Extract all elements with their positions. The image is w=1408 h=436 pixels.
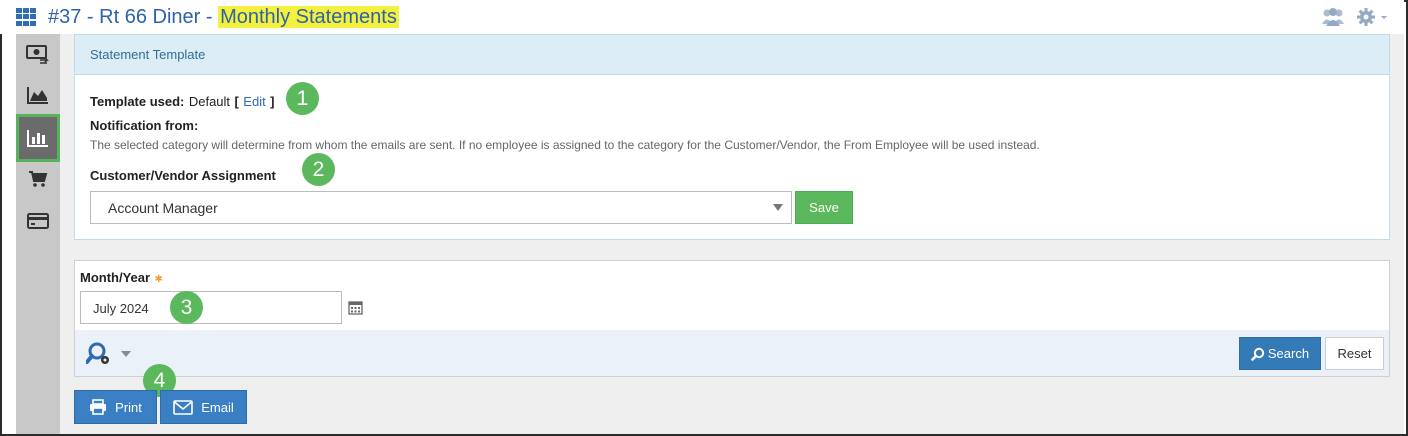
area-chart-icon	[27, 87, 48, 104]
bar-chart-icon	[27, 130, 48, 147]
month-year-label-row: Month/Year ✱	[80, 269, 163, 287]
month-year-value: July 2024	[93, 301, 149, 316]
email-button-label: Email	[201, 399, 234, 415]
callout-badge-3: 3	[170, 291, 203, 324]
users-icon[interactable]	[1321, 7, 1345, 27]
filter-panel-footer	[75, 330, 1389, 376]
sidebar-item-cart[interactable]	[16, 160, 60, 198]
callout-badge-2: 2	[302, 153, 335, 186]
app-grid-icon[interactable]	[16, 8, 36, 26]
bracket-close: ]	[270, 94, 275, 109]
callout-badge-1: 1	[286, 82, 319, 115]
month-year-input[interactable]: July 2024	[80, 291, 342, 324]
print-button[interactable]: Print	[74, 390, 157, 424]
month-year-label: Month/Year	[80, 270, 151, 285]
advanced-search-icon[interactable]	[85, 341, 134, 372]
shopping-cart-icon	[29, 171, 48, 187]
edit-template-link[interactable]: Edit	[243, 94, 265, 109]
assignment-select[interactable]: Account Manager	[90, 191, 792, 224]
page-title: #37 - Rt 66 Diner - Monthly Statements	[48, 4, 399, 30]
assignment-label: Customer/Vendor Assignment	[90, 168, 276, 183]
print-button-label: Print	[115, 399, 142, 415]
page-title-highlight: Monthly Statements	[218, 6, 399, 28]
search-button[interactable]: Search	[1239, 337, 1321, 370]
page-title-prefix: #37 - Rt 66 Diner -	[48, 6, 219, 28]
chevron-down-icon	[773, 204, 783, 211]
sidebar-item-credit-card[interactable]	[16, 202, 60, 240]
bracket-open: [	[234, 94, 239, 109]
notification-from-label: Notification from:	[90, 118, 199, 133]
calendar-icon[interactable]	[348, 300, 363, 320]
required-asterisk: ✱	[154, 274, 163, 285]
template-used-value: Default	[188, 94, 231, 109]
sidebar	[16, 34, 60, 434]
credit-card-icon	[27, 213, 49, 229]
notification-help-text: The selected category will determine fro…	[90, 138, 1040, 152]
search-icon	[1251, 347, 1265, 361]
email-button[interactable]: Email	[160, 390, 247, 424]
envelope-icon	[173, 399, 194, 415]
template-used-row: Template used: Default [ Edit ]	[90, 93, 275, 111]
settings-gear-icon[interactable]	[1356, 7, 1390, 27]
template-used-label: Template used:	[90, 94, 185, 109]
title-bar: #37 - Rt 66 Diner - Monthly Statements	[0, 0, 1404, 34]
assignment-select-value: Account Manager	[108, 200, 218, 216]
sidebar-item-money[interactable]	[16, 36, 60, 74]
statement-template-heading: Statement Template	[75, 35, 1389, 75]
money-transfer-icon	[26, 45, 49, 64]
sidebar-item-bar-chart[interactable]	[16, 114, 60, 162]
reset-button[interactable]: Reset	[1325, 337, 1384, 370]
save-button[interactable]: Save	[795, 191, 853, 224]
search-button-label: Search	[1267, 346, 1310, 361]
print-icon	[90, 399, 107, 415]
sidebar-item-area-chart[interactable]	[16, 76, 60, 114]
